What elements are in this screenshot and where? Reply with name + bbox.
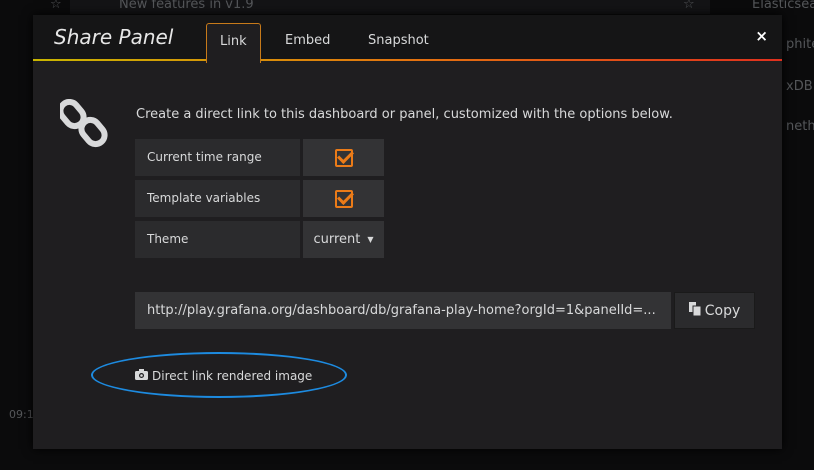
share-url-input[interactable]: http://play.grafana.org/dashboard/db/gra…	[135, 292, 671, 329]
bg-star-icon: ☆	[50, 0, 62, 12]
bg-star-icon: ☆	[683, 0, 695, 12]
bg-panel-title: New features in v1.9	[119, 0, 254, 12]
option-template-variables: Template variables	[135, 180, 384, 217]
option-label: Current time range	[135, 139, 300, 176]
close-icon[interactable]: ×	[755, 27, 768, 45]
tab-embed[interactable]: Embed	[272, 23, 343, 63]
direct-link-rendered-image[interactable]: Direct link rendered image	[135, 369, 312, 383]
modal-title: Share Panel	[54, 25, 174, 49]
theme-value: current	[313, 232, 361, 247]
direct-link-label: Direct link rendered image	[152, 369, 313, 383]
bg-item: nethe	[786, 119, 814, 134]
checkbox-checked-icon	[334, 189, 353, 208]
clipboard-icon	[688, 301, 702, 320]
bg-item: Elasticsea	[752, 0, 814, 12]
share-panel-modal: Share Panel Link Embed Snapshot × Create…	[33, 15, 782, 449]
tab-link[interactable]: Link	[206, 23, 261, 63]
copy-button[interactable]: Copy	[674, 292, 755, 329]
tab-snapshot[interactable]: Snapshot	[355, 23, 442, 63]
option-label: Template variables	[135, 180, 300, 217]
theme-select[interactable]: current ▼	[303, 221, 384, 258]
bg-time-label: 09:1	[9, 408, 34, 421]
option-label: Theme	[135, 221, 300, 258]
camera-icon	[135, 369, 148, 383]
copy-label: Copy	[704, 302, 741, 319]
template-variables-checkbox[interactable]	[303, 180, 384, 217]
modal-header: Share Panel Link Embed Snapshot ×	[33, 15, 782, 63]
caret-down-icon: ▼	[367, 235, 374, 244]
checkbox-checked-icon	[334, 148, 353, 167]
option-current-time-range: Current time range	[135, 139, 384, 176]
current-time-range-checkbox[interactable]	[303, 139, 384, 176]
bg-item: xDB	[786, 79, 813, 94]
option-theme: Theme current ▼	[135, 221, 384, 258]
bg-item: phite	[786, 37, 814, 52]
link-icon	[60, 99, 108, 148]
share-description: Create a direct link to this dashboard o…	[136, 107, 673, 122]
